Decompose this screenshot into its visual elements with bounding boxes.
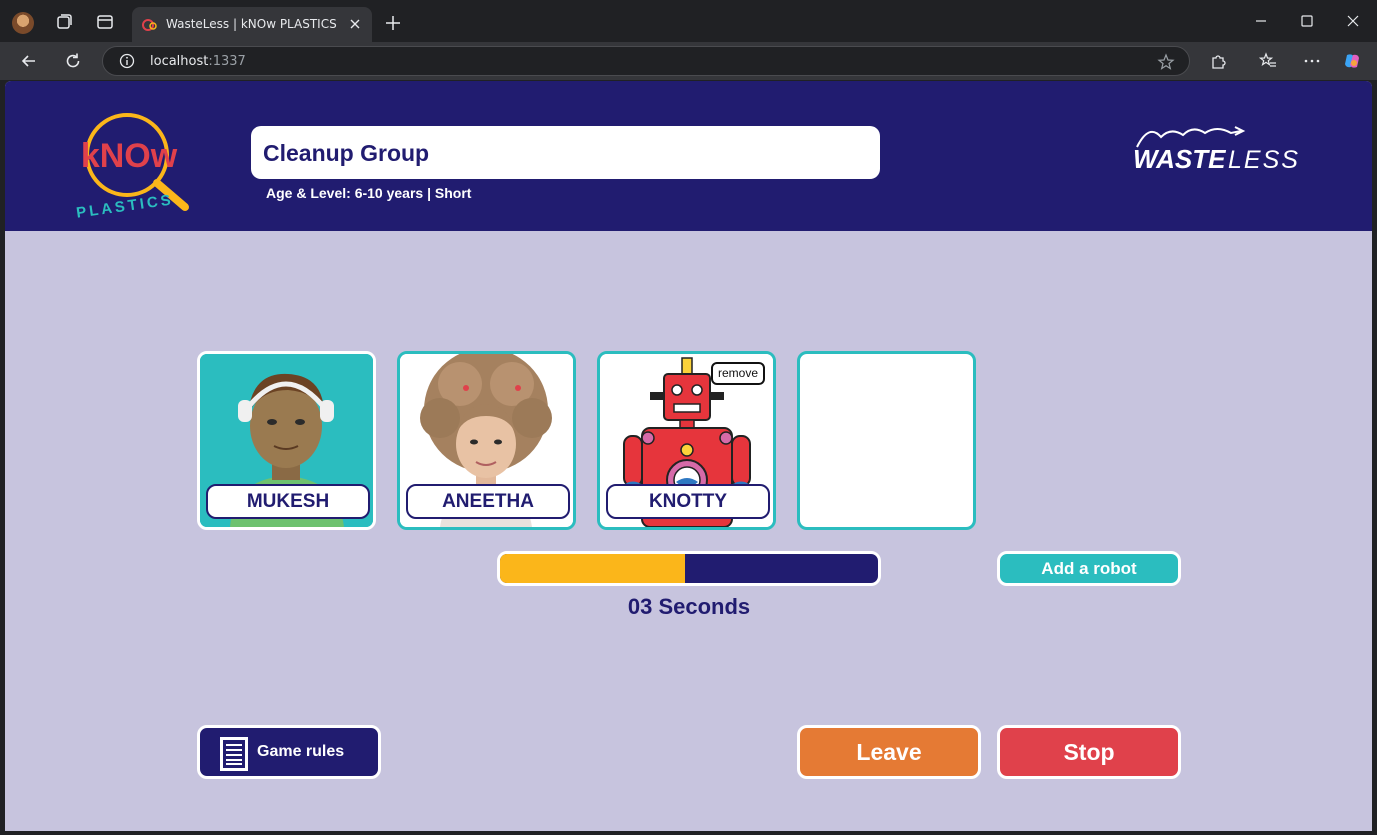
back-arrow-icon[interactable] <box>19 51 39 71</box>
url-text: localhost:1337 <box>150 54 246 69</box>
know-plastics-logo[interactable]: kNOw PLASTICS <box>55 107 205 222</box>
workspaces-icon[interactable] <box>54 12 74 32</box>
svg-text:WASTE: WASTE <box>1133 144 1226 174</box>
new-tab-icon[interactable] <box>384 14 402 32</box>
tab-actions-icon[interactable] <box>95 12 115 32</box>
group-name-box: Cleanup Group <box>251 126 880 179</box>
address-bar[interactable]: localhost:1337 <box>102 46 1190 76</box>
age-level-label: Age & Level: 6-10 years | Short <box>266 185 472 201</box>
game-page: kNOw PLASTICS Cleanup Group Age & Level:… <box>5 81 1372 831</box>
robot-card[interactable]: remove KNOTTY <box>597 351 776 530</box>
extensions-icon[interactable] <box>1210 52 1228 70</box>
empty-player-slot <box>797 351 976 530</box>
tab-close-icon[interactable] <box>348 17 362 31</box>
player-card[interactable]: MUKESH <box>197 351 376 530</box>
site-info-icon[interactable] <box>119 53 135 69</box>
more-menu-icon[interactable] <box>1303 52 1321 70</box>
countdown-progress-bar <box>497 551 881 586</box>
copilot-icon[interactable] <box>1343 52 1361 70</box>
minimize-icon[interactable] <box>1252 12 1270 30</box>
close-window-icon[interactable] <box>1344 12 1362 30</box>
site-favicon-icon <box>142 19 157 31</box>
leave-button[interactable]: Leave <box>797 725 981 779</box>
progress-fill <box>500 554 686 583</box>
reload-icon[interactable] <box>63 51 83 71</box>
remove-robot-button[interactable]: remove <box>710 362 765 385</box>
document-icon <box>220 737 248 771</box>
favorite-star-icon[interactable] <box>1157 53 1175 71</box>
browser-tab[interactable]: WasteLess | kNOw PLASTICS <box>132 7 372 42</box>
page-header: kNOw PLASTICS Cleanup Group Age & Level:… <box>5 81 1372 231</box>
favorites-icon[interactable] <box>1259 52 1277 70</box>
game-rules-button[interactable]: Game rules <box>197 725 381 779</box>
wasteless-logo[interactable]: WASTE LESS <box>1131 119 1306 175</box>
browser-titlebar: WasteLess | kNOw PLASTICS <box>0 0 1377 42</box>
stop-button[interactable]: Stop <box>997 725 1181 779</box>
maximize-icon[interactable] <box>1298 12 1316 30</box>
game-rules-label: Game rules <box>257 743 345 760</box>
player-name: KNOTTY <box>606 484 770 519</box>
player-name: ANEETHA <box>406 484 570 519</box>
browser-toolbar: localhost:1337 <box>0 42 1377 80</box>
group-name: Cleanup Group <box>263 140 430 166</box>
add-robot-button[interactable]: Add a robot <box>997 551 1181 586</box>
svg-text:kNOw: kNOw <box>81 137 178 175</box>
player-name: MUKESH <box>206 484 370 519</box>
countdown-timer: 03 Seconds <box>627 594 751 619</box>
tab-title: WasteLess | kNOw PLASTICS <box>166 17 337 31</box>
profile-avatar-icon[interactable] <box>12 12 34 34</box>
svg-text:LESS: LESS <box>1228 146 1300 174</box>
player-card[interactable]: ANEETHA <box>397 351 576 530</box>
